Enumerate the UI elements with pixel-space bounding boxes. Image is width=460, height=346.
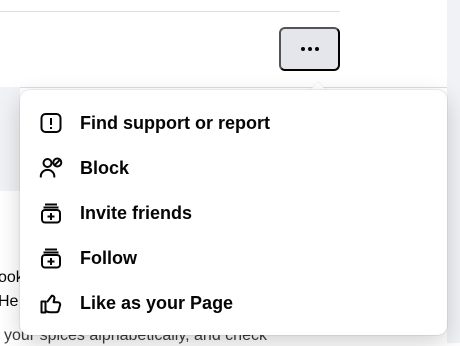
ellipsis-dot [300,47,305,51]
menu-item-label: Block [80,157,130,178]
options-menu: Find support or report Block Invite frie… [20,90,447,335]
ellipsis-dot [314,47,319,51]
menu-item-follow[interactable]: Follow [28,235,439,280]
menu-item-label: Invite friends [80,202,193,223]
follow-icon [38,245,64,271]
ellipsis-dot [307,47,312,51]
menu-item-like-as-your-page[interactable]: Like as your Page [28,280,439,325]
report-icon [38,110,64,136]
right-gutter [447,0,460,343]
invite-friends-icon [38,200,64,226]
menu-item-label: Like as your Page [80,292,234,313]
thumbs-up-icon [38,290,64,316]
more-options-button[interactable] [279,27,340,71]
menu-item-block[interactable]: Block [28,145,439,190]
top-divider [0,11,340,12]
menu-item-invite-friends[interactable]: Invite friends [28,190,439,235]
menu-item-label: Follow [80,247,137,268]
ellipsis-icon [300,47,319,51]
block-user-icon [38,155,64,181]
background-post-text-line-2: He [0,293,19,310]
content-band-strip [0,87,20,191]
options-menu-list: Find support or report Block Invite frie… [20,90,447,335]
menu-item-find-support-or-report[interactable]: Find support or report [28,100,439,145]
menu-item-label: Find support or report [80,112,270,133]
